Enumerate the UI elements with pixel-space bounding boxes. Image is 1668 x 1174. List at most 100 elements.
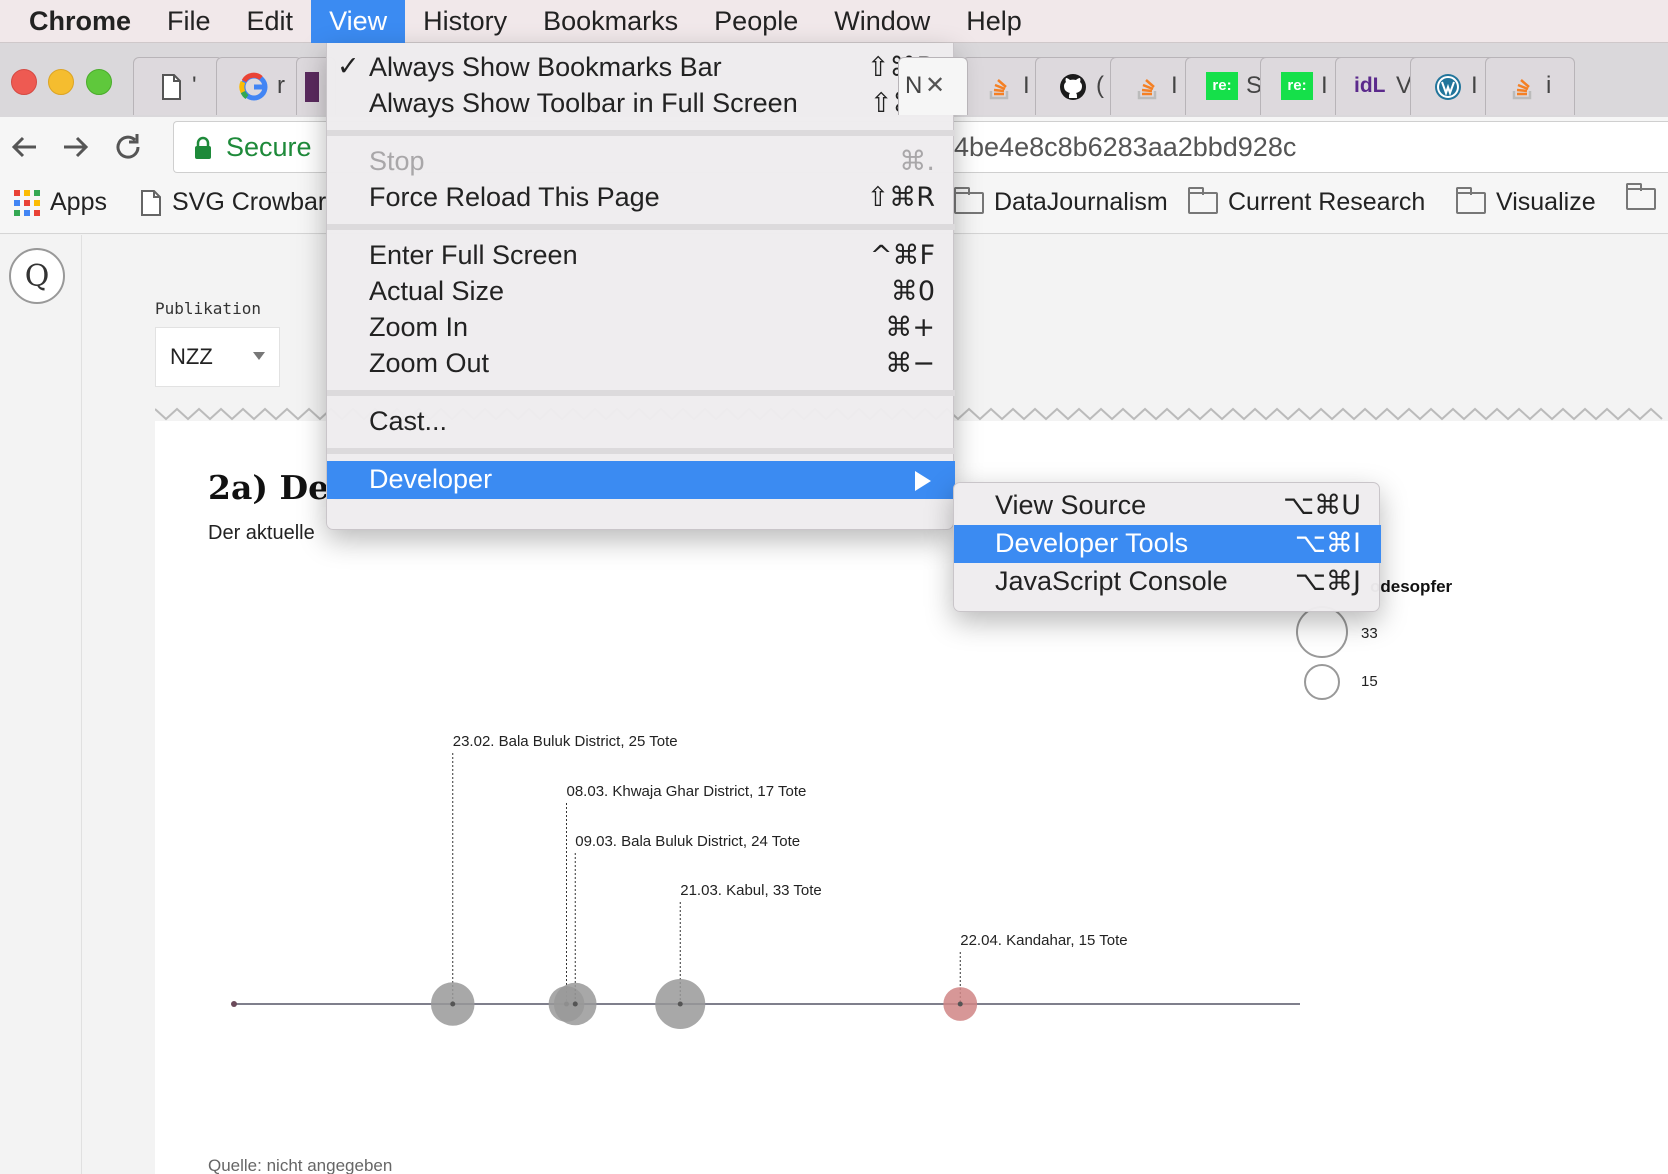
- bookmark-visualize[interactable]: Visualize: [1456, 186, 1596, 217]
- menu-item-shortcut: ⌘0: [890, 276, 935, 307]
- menu-item-label: Actual Size: [369, 276, 505, 306]
- browser-tab[interactable]: i: [1485, 57, 1575, 115]
- menu-item-always-show-bookmarks-bar[interactable]: ✓ Always Show Bookmarks Bar ⇧⌘B: [327, 49, 955, 87]
- idl-icon: idL: [1354, 74, 1386, 97]
- browser-tab[interactable]: idL V: [1335, 57, 1420, 115]
- secure-indicator[interactable]: Secure: [194, 132, 312, 163]
- document-icon: [162, 74, 181, 100]
- minimize-window-button[interactable]: [48, 69, 74, 95]
- tab-title: (: [1096, 72, 1104, 99]
- zoom-window-button[interactable]: [86, 69, 112, 95]
- event-center-dot: [677, 1001, 683, 1007]
- menu-separator: [327, 448, 955, 454]
- event-label: 21.03. Kabul, 33 Tote: [680, 882, 822, 899]
- menu-help[interactable]: Help: [948, 0, 1040, 43]
- menu-history[interactable]: History: [405, 0, 525, 43]
- menu-view[interactable]: View: [311, 0, 406, 43]
- tab-title: ': [192, 72, 197, 99]
- tab-title: I: [1471, 72, 1478, 99]
- browser-tab[interactable]: re: S: [1185, 57, 1270, 115]
- menu-item-shortcut: ⌘.: [899, 146, 935, 177]
- menu-people[interactable]: People: [696, 0, 816, 43]
- menu-item-view-source[interactable]: View Source ⌥⌘U: [954, 487, 1381, 525]
- menu-item-shortcut: ⌥⌘U: [1283, 490, 1361, 521]
- wordpress-icon: [1435, 74, 1461, 100]
- menu-separator: [327, 224, 955, 230]
- event-center-dot: [957, 1001, 963, 1007]
- menu-edit[interactable]: Edit: [229, 0, 312, 43]
- folder-icon: [1626, 183, 1656, 210]
- menu-item-shortcut: ^⌘F: [869, 240, 935, 271]
- menu-item-cast[interactable]: Cast...: [327, 403, 955, 441]
- menu-item-label: View Source: [995, 490, 1147, 520]
- browser-tab[interactable]: I: [1110, 57, 1195, 115]
- menu-file[interactable]: File: [149, 0, 229, 43]
- stackoverflow-icon: [1512, 79, 1532, 100]
- tab-title: I: [1321, 72, 1328, 99]
- stackoverflow-icon: [989, 79, 1009, 100]
- chart-source: Quelle: nicht angegeben: [208, 1156, 393, 1174]
- republica-icon: re:: [1206, 72, 1238, 100]
- menu-item-zoom-out[interactable]: Zoom Out ⌘−: [327, 345, 955, 383]
- menu-item-label: Always Show Bookmarks Bar: [369, 52, 722, 82]
- event-center-dot: [450, 1001, 456, 1007]
- menu-item-enter-full-screen[interactable]: Enter Full Screen ^⌘F: [327, 237, 955, 275]
- browser-tab[interactable]: (: [1035, 57, 1120, 115]
- mac-menubar: Chrome File Edit View History Bookmarks …: [0, 0, 1668, 43]
- browser-tab[interactable]: ': [133, 57, 223, 115]
- menu-item-label: Stop: [369, 146, 425, 176]
- menu-item-label: Cast...: [369, 406, 448, 436]
- url-text: 4be4e8c8b6283aa2bbd928c: [954, 132, 1297, 162]
- menu-separator: [327, 390, 955, 396]
- menu-chrome[interactable]: Chrome: [0, 0, 149, 43]
- tab-title: r: [277, 72, 285, 99]
- github-icon: [1060, 74, 1086, 100]
- menu-item-label: Enter Full Screen: [369, 240, 578, 270]
- browser-tab[interactable]: r: [216, 57, 302, 115]
- menu-item-always-show-toolbar[interactable]: Always Show Toolbar in Full Screen ⇧⌘F: [327, 85, 955, 123]
- bookmark-svg-crowbar[interactable]: SVG Crowbar: [140, 188, 326, 217]
- tab-title: I: [1171, 72, 1178, 99]
- menu-item-actual-size[interactable]: Actual Size ⌘0: [327, 273, 955, 311]
- bookmark-apps[interactable]: Apps: [14, 188, 107, 217]
- bookmark-folder[interactable]: [1626, 183, 1656, 210]
- view-menu: ✓ Always Show Bookmarks Bar ⇧⌘B Always S…: [326, 43, 955, 530]
- bookmark-label: DataJournalism: [994, 188, 1168, 216]
- event-label: 22.04. Kandahar, 15 Tote: [960, 932, 1127, 949]
- close-window-button[interactable]: [11, 69, 37, 95]
- menu-item-zoom-in[interactable]: Zoom In ⌘+: [327, 309, 955, 347]
- menu-item-developer[interactable]: Developer: [327, 461, 955, 499]
- bookmark-label: SVG Crowbar: [172, 188, 327, 216]
- timeline-start-dot: [231, 1001, 237, 1007]
- event-center-dot: [572, 1001, 578, 1007]
- back-icon[interactable]: [4, 127, 44, 167]
- menu-item-label: Zoom Out: [369, 348, 490, 378]
- menu-item-javascript-console[interactable]: JavaScript Console ⌥⌘J: [954, 563, 1381, 601]
- forward-icon[interactable]: [56, 127, 96, 167]
- browser-tab[interactable]: re: I: [1260, 57, 1345, 115]
- close-tab-icon[interactable]: ✕: [925, 71, 945, 100]
- browser-tab-active[interactable]: N ✕: [898, 57, 968, 115]
- event-label: 08.03. Khwaja Ghar District, 17 Tote: [567, 783, 807, 800]
- reload-icon[interactable]: [108, 127, 148, 167]
- menu-item-developer-tools[interactable]: Developer Tools ⌥⌘I: [954, 525, 1381, 563]
- event-label: 23.02. Bala Buluk District, 25 Tote: [453, 733, 678, 750]
- bookmark-current-research[interactable]: Current Research: [1188, 186, 1425, 217]
- menu-item-label: Developer Tools: [995, 528, 1189, 558]
- folder-icon: [1456, 186, 1486, 214]
- browser-tab[interactable]: I: [1410, 57, 1495, 115]
- folder-icon: [1188, 186, 1218, 214]
- tab-title: i: [1546, 72, 1552, 99]
- bookmark-label: Apps: [50, 188, 107, 216]
- bookmark-datajournalism[interactable]: DataJournalism: [954, 186, 1168, 217]
- legend-value-large: 33: [1361, 625, 1378, 642]
- menu-window[interactable]: Window: [816, 0, 948, 43]
- tab-title: N: [905, 72, 923, 99]
- menu-item-force-reload[interactable]: Force Reload This Page ⇧⌘R: [327, 179, 955, 217]
- menu-item-label: Force Reload This Page: [369, 182, 660, 212]
- checkmark-icon: ✓: [337, 51, 360, 81]
- menu-item-label: Zoom In: [369, 312, 469, 342]
- menu-item-shortcut: ⌥⌘I: [1294, 528, 1361, 559]
- menu-bookmarks[interactable]: Bookmarks: [525, 0, 696, 43]
- google-icon: [239, 72, 268, 101]
